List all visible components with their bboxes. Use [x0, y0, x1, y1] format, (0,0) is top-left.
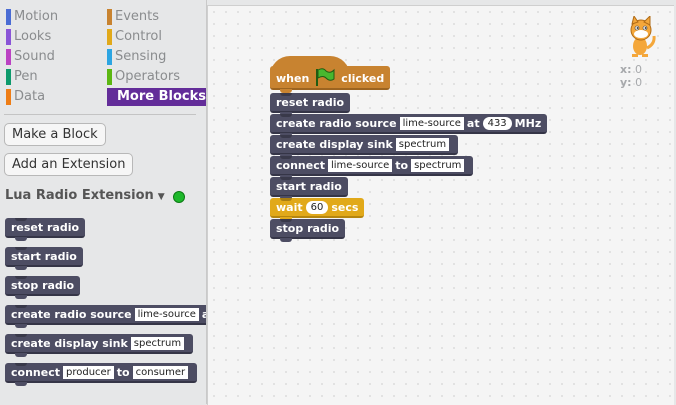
category-label: Pen	[14, 69, 38, 84]
palette-block-create-display-sink[interactable]: create display sink spectrum	[5, 334, 194, 357]
block-label: create display sink	[11, 337, 128, 350]
extension-title: Lua Radio Extension	[5, 188, 154, 203]
category-color-swatch	[6, 49, 11, 65]
palette-block-reset-radio[interactable]: reset radio	[5, 218, 86, 241]
palette-block-start-radio[interactable]: start radio	[5, 247, 83, 270]
consumer-input[interactable]: consumer	[132, 365, 189, 379]
block-label: to	[116, 366, 130, 379]
category-label: Sound	[14, 49, 55, 64]
category-color-swatch	[6, 69, 11, 85]
category-label: Control	[115, 29, 162, 44]
producer-input[interactable]: lime-source	[327, 158, 393, 172]
category-label: Sensing	[115, 49, 167, 64]
category-pen[interactable]: Pen	[6, 68, 38, 86]
block-label: connect	[276, 159, 325, 172]
category-sensing[interactable]: Sensing	[107, 48, 166, 66]
category-label: More Blocks	[117, 89, 207, 104]
script-block-create-display-sink[interactable]: create display sink spectrum	[270, 135, 459, 158]
dropdown-arrow-icon: ▼	[157, 192, 165, 202]
block-label: reset radio	[276, 96, 345, 109]
category-color-swatch	[6, 9, 11, 25]
extension-menu[interactable]: Lua Radio Extension ▼	[5, 188, 165, 203]
script-block-reset-radio[interactable]: reset radio	[270, 93, 351, 116]
block-label: start radio	[11, 250, 77, 263]
extension-status-indicator	[173, 191, 185, 203]
category-control[interactable]: Control	[107, 28, 162, 46]
category-more-blocks[interactable]: More Blocks	[107, 88, 207, 106]
category-looks[interactable]: Looks	[6, 28, 51, 46]
source-name-input[interactable]: lime-source	[399, 116, 464, 130]
category-data[interactable]: Data	[6, 88, 45, 106]
palette-block-connect[interactable]: connect producer to consumer	[5, 363, 198, 386]
block-label: create display sink	[276, 138, 393, 151]
category-color-swatch	[107, 29, 112, 45]
palette-block-create-radio-source[interactable]: create radio sourcelime-sourceat	[5, 305, 206, 328]
sprite-coordinates: x: 0 y: 0	[620, 63, 642, 89]
add-extension-button[interactable]: Add an Extension	[4, 153, 134, 176]
category-label: Events	[115, 9, 160, 24]
category-color-swatch	[107, 9, 112, 25]
category-label: Motion	[14, 9, 59, 24]
block-label: when	[276, 72, 310, 85]
block-label: MHz	[514, 117, 542, 130]
category-color-swatch	[107, 69, 112, 85]
when-flag-clicked-block[interactable]: when clicked	[270, 56, 391, 93]
category-operators[interactable]: Operators	[107, 68, 180, 86]
wait-seconds-input[interactable]: 60	[305, 200, 329, 214]
category-color-swatch	[107, 49, 112, 65]
category-motion[interactable]: Motion	[6, 8, 58, 26]
palette-block-stop-radio[interactable]: stop radio	[5, 276, 81, 299]
y-value: 0	[635, 76, 643, 89]
make-a-block-button[interactable]: Make a Block	[4, 123, 106, 146]
scripts-area[interactable]: x: 0 y: 0 when clicked reset radio create…	[207, 5, 674, 405]
x-value: 0	[635, 63, 642, 76]
block-label: connect	[11, 366, 60, 379]
block-label: at	[466, 117, 480, 130]
sink-name-input[interactable]: spectrum	[130, 336, 185, 350]
category-label: Operators	[115, 69, 180, 84]
block-label: wait	[276, 201, 303, 214]
palette-divider	[4, 114, 196, 115]
source-name-input[interactable]: lime-source	[134, 307, 199, 321]
block-label: to	[395, 159, 409, 172]
block-label: clicked	[341, 72, 385, 85]
script-block-wait[interactable]: wait 60 secs	[270, 198, 365, 221]
category-label: Looks	[14, 29, 52, 44]
sink-name-input[interactable]: spectrum	[395, 137, 450, 151]
producer-input[interactable]: producer	[62, 365, 114, 379]
category-color-swatch	[6, 29, 11, 45]
category-sound[interactable]: Sound	[6, 48, 55, 66]
block-label: reset radio	[11, 221, 80, 234]
category-events[interactable]: Events	[107, 8, 159, 26]
block-label: start radio	[276, 180, 342, 193]
script-block-start-radio[interactable]: start radio	[270, 177, 348, 200]
x-label: x:	[620, 63, 632, 76]
block-label: create radio source	[276, 117, 397, 130]
block-label: stop radio	[11, 279, 75, 292]
sprite-thumbnail-icon	[630, 16, 656, 57]
consumer-input[interactable]: spectrum	[411, 158, 465, 172]
category-label: Data	[14, 89, 46, 104]
y-label: y:	[620, 76, 632, 89]
block-label: create radio source	[11, 308, 132, 321]
script-block-create-radio-source[interactable]: create radio source lime-source at 433 MHz	[270, 114, 548, 137]
block-palette: Motion Events Looks Control Sound Sensin…	[0, 0, 207, 404]
green-flag-icon	[316, 68, 335, 86]
block-label: stop radio	[276, 222, 340, 235]
script-block-connect[interactable]: connect lime-source to spectrum	[270, 156, 474, 179]
script-block-stop-radio[interactable]: stop radio	[270, 219, 346, 242]
frequency-input[interactable]: 433	[482, 116, 512, 130]
category-color-swatch	[6, 89, 11, 105]
block-label: secs	[331, 201, 359, 214]
